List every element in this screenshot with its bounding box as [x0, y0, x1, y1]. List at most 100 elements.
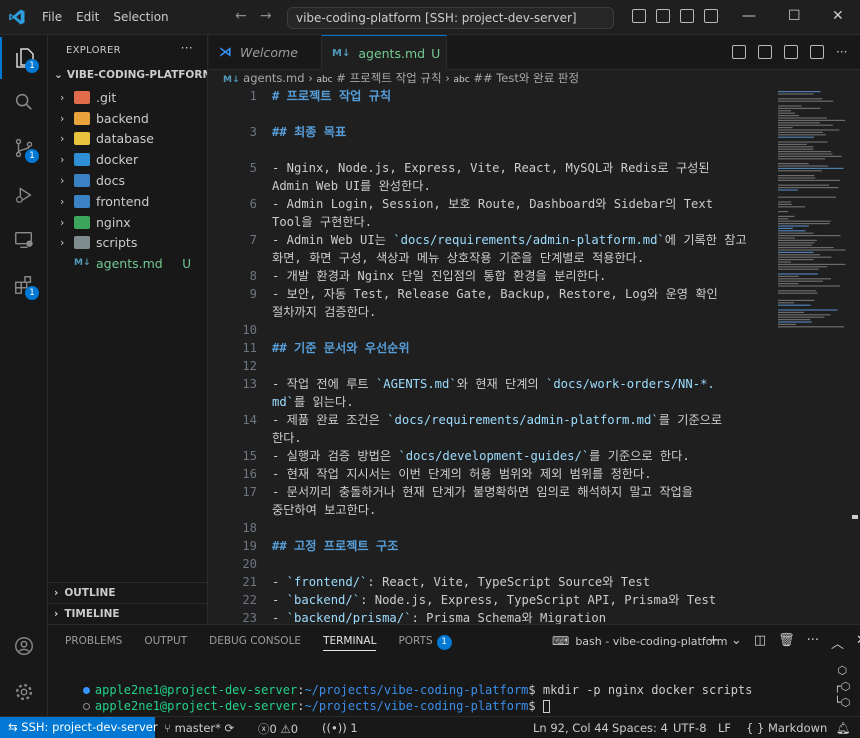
sync-icon: ⟳: [224, 721, 235, 735]
breadcrumb-file[interactable]: agents.md: [243, 71, 304, 85]
tree-item-label: frontend: [96, 193, 150, 209]
bash-icon[interactable]: ⬡: [834, 663, 850, 679]
open-preview-icon[interactable]: [732, 45, 746, 59]
tab-agents-md[interactable]: M↓ agents.md U: [322, 35, 447, 70]
tab-welcome[interactable]: ⋊ Welcome: [209, 35, 322, 70]
minimap-line: [778, 167, 844, 169]
indentation[interactable]: Spaces: 4: [612, 721, 668, 735]
open-changes-icon[interactable]: [758, 45, 772, 59]
code-token: : Prisma Schema와 Migration: [411, 611, 607, 624]
minimize-icon[interactable]: —: [742, 8, 756, 24]
trash-icon[interactable]: 🗑︎: [778, 633, 795, 652]
extensions-activity[interactable]: 1: [0, 264, 48, 306]
maximize-icon[interactable]: ☐: [788, 8, 801, 24]
bash-icon[interactable]: └⬡: [834, 695, 850, 711]
bash-icon[interactable]: ┌⬡: [834, 679, 850, 695]
problems-status[interactable]: ⓧ0 ⚠0: [258, 721, 298, 737]
notifications-icon[interactable]: 🔔︎: [836, 721, 851, 735]
close-icon[interactable]: ✕: [832, 8, 844, 24]
folder-item[interactable]: › .git: [48, 87, 207, 108]
language-mode[interactable]: { } Markdown: [746, 721, 827, 735]
tab-terminal[interactable]: TERMINAL: [323, 635, 377, 651]
folder-item[interactable]: › docker: [48, 149, 207, 170]
minimap-line: [778, 273, 818, 275]
source-control-activity[interactable]: 1: [0, 127, 48, 169]
code-content[interactable]: # 프로젝트 작업 규칙 ## 최종 목표 - Nginx, Node.js, Ex…: [272, 87, 772, 624]
code-token: md`: [272, 395, 295, 409]
toggle-panel-icon[interactable]: [656, 9, 670, 23]
folder-item[interactable]: › nginx: [48, 212, 207, 233]
extensions-badge: 1: [25, 286, 39, 300]
code-token: - 실행과 검증 방법은: [272, 449, 399, 463]
file-item[interactable]: M↓ agents.md U: [48, 253, 207, 274]
more-actions-icon[interactable]: ···: [181, 41, 193, 55]
menu-file[interactable]: File: [42, 10, 62, 24]
breadcrumb-heading-2[interactable]: ## Test와 완료 판정: [473, 71, 579, 85]
markdown-icon: M↓: [74, 257, 91, 268]
back-arrow-icon[interactable]: ←: [235, 8, 247, 24]
code-line: - `frontend/`: React, Vite, TypeScript S…: [272, 573, 772, 591]
folder-item[interactable]: › database: [48, 129, 207, 150]
folder-item[interactable]: › scripts: [48, 233, 207, 254]
customize-layout-icon[interactable]: [704, 9, 718, 23]
more-actions-icon[interactable]: ···: [836, 45, 850, 59]
tab-actions: ···: [732, 45, 850, 59]
forward-arrow-icon[interactable]: →: [260, 8, 272, 24]
line-number: 11: [242, 341, 257, 355]
terminal-prompt: $: [528, 699, 543, 713]
line-number: 18: [242, 521, 257, 535]
accounts-activity[interactable]: [0, 625, 48, 667]
tab-output[interactable]: OUTPUT: [144, 635, 187, 651]
folder-item[interactable]: › docs: [48, 170, 207, 191]
outline-section[interactable]: › OUTLINE: [48, 582, 207, 603]
chevron-up-icon[interactable]: ︿: [831, 633, 844, 652]
tab-ports[interactable]: PORTS 1: [398, 635, 452, 651]
markdown-icon: M↓: [223, 75, 240, 85]
terminal-selector[interactable]: ⌨ bash - vibe-coding-platform: [552, 634, 727, 648]
breadcrumb-heading-1[interactable]: # 프로젝트 작업 규칙: [336, 71, 441, 85]
command-center[interactable]: vibe-coding-platform [SSH: project-dev-s…: [287, 7, 614, 29]
minimap-line: [778, 311, 805, 313]
chevron-right-icon: ›: [54, 608, 59, 620]
terminal-cursor: [542, 700, 550, 713]
new-terminal-icon[interactable]: +: [708, 633, 719, 652]
end-of-line[interactable]: LF: [718, 721, 731, 735]
cursor-position[interactable]: Ln 92, Col 44: [533, 721, 609, 735]
split-editor-icon[interactable]: [810, 45, 824, 59]
chevron-right-icon: ›: [60, 236, 65, 250]
branch-status[interactable]: ⑂ master* ⟳: [164, 721, 234, 735]
close-panel-icon[interactable]: ✕: [856, 633, 860, 652]
compare-icon[interactable]: [784, 45, 798, 59]
minimap-line: [778, 175, 815, 177]
search-activity[interactable]: [0, 81, 48, 123]
remote-indicator[interactable]: ⇆ SSH: project-dev-server: [0, 717, 158, 738]
tab-problems[interactable]: PROBLEMS: [65, 635, 122, 651]
remote-explorer-icon: [15, 231, 33, 249]
code-token: `frontend/`: [286, 575, 368, 589]
toggle-secondary-sidebar-icon[interactable]: [680, 9, 694, 23]
folder-item[interactable]: › frontend: [48, 191, 207, 212]
explorer-activity[interactable]: 1: [0, 37, 48, 79]
run-debug-activity[interactable]: [0, 174, 48, 216]
more-actions-icon[interactable]: ···: [807, 633, 819, 652]
git-branch-icon: ⑂: [164, 721, 171, 735]
minimap[interactable]: [774, 87, 850, 624]
ports-status[interactable]: ((•)) 1: [322, 721, 358, 735]
menu-selection[interactable]: Selection: [113, 10, 168, 24]
split-terminal-icon[interactable]: ◫: [754, 633, 766, 652]
manage-activity[interactable]: [0, 671, 48, 713]
remote-explorer-activity[interactable]: [0, 219, 48, 261]
editor-scrollbar[interactable]: [850, 87, 860, 624]
menu-edit[interactable]: Edit: [76, 10, 99, 24]
minimap-line: [778, 93, 814, 95]
folder-item[interactable]: › backend: [48, 108, 207, 129]
timeline-section[interactable]: › TIMELINE: [48, 603, 207, 624]
markdown-icon: M↓: [332, 47, 351, 59]
toggle-primary-sidebar-icon[interactable]: [632, 9, 646, 23]
encoding[interactable]: UTF-8: [673, 721, 707, 735]
tab-debug-console[interactable]: DEBUG CONSOLE: [209, 635, 301, 651]
minimap-line: [778, 119, 846, 121]
chevron-down-icon[interactable]: ⌄: [731, 633, 742, 652]
code-editor[interactable]: 1 3 5 6 7 8 9 10 11 12 13 14 15 16 17 18 19 20 21 22 23 # 프로…: [209, 87, 774, 624]
workspace-root[interactable]: ⌄VIBE-CODING-PLATFORM ...: [48, 65, 207, 87]
